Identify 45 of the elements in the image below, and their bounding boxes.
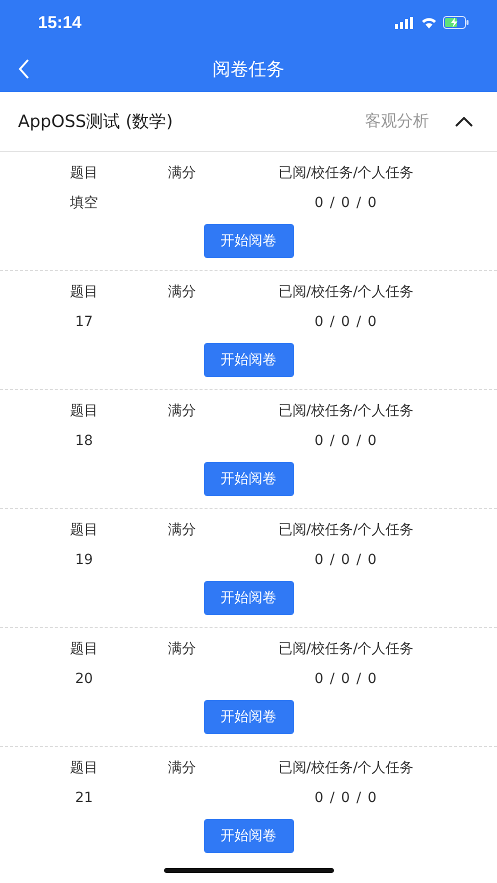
progress-count: 0 / 0 / 0 xyxy=(314,551,378,570)
score-header: 满分 xyxy=(167,402,197,421)
question-number: 19 xyxy=(74,551,94,570)
question-header: 题目 xyxy=(69,402,99,421)
page-title: 阅卷任务 xyxy=(212,58,284,80)
objective-analysis-link[interactable]: 客观分析 xyxy=(365,111,429,132)
progress-header: 已阅/校任务/个人任务 xyxy=(277,164,415,183)
question-number: 21 xyxy=(74,789,94,808)
collapse-icon[interactable] xyxy=(455,116,473,126)
question-header: 题目 xyxy=(69,164,99,183)
start-grading-button[interactable]: 开始阅卷 xyxy=(204,700,294,734)
start-grading-button[interactable]: 开始阅卷 xyxy=(204,581,294,615)
question-header: 题目 xyxy=(69,640,99,659)
status-time: 15:14 xyxy=(38,12,82,32)
progress-count: 0 / 0 / 0 xyxy=(314,789,378,808)
progress-count: 0 / 0 / 0 xyxy=(314,670,378,689)
start-grading-button[interactable]: 开始阅卷 xyxy=(204,343,294,377)
question-number: 20 xyxy=(74,670,94,689)
score-header: 满分 xyxy=(167,759,197,778)
exam-title: AppOSS测试 (数学) xyxy=(18,111,174,133)
progress-count: 0 / 0 / 0 xyxy=(314,313,378,332)
question-number: 18 xyxy=(74,432,94,451)
question-header: 题目 xyxy=(69,283,99,302)
progress-header: 已阅/校任务/个人任务 xyxy=(277,521,415,540)
progress-count: 0 / 0 / 0 xyxy=(314,194,378,213)
wifi-icon xyxy=(421,16,437,28)
score-header: 满分 xyxy=(167,521,197,540)
question-number: 17 xyxy=(74,313,94,332)
start-grading-button[interactable]: 开始阅卷 xyxy=(204,819,294,853)
start-grading-button[interactable]: 开始阅卷 xyxy=(204,224,294,258)
question-number: 填空 xyxy=(69,194,99,213)
question-header: 题目 xyxy=(69,759,99,778)
progress-header: 已阅/校任务/个人任务 xyxy=(277,402,415,421)
progress-header: 已阅/校任务/个人任务 xyxy=(277,640,415,659)
progress-header: 已阅/校任务/个人任务 xyxy=(277,283,415,302)
start-grading-button[interactable]: 开始阅卷 xyxy=(204,462,294,496)
score-header: 满分 xyxy=(167,640,197,659)
question-header: 题目 xyxy=(69,521,99,540)
score-header: 满分 xyxy=(167,283,197,302)
signal-icon xyxy=(395,16,415,28)
progress-header: 已阅/校任务/个人任务 xyxy=(277,759,415,778)
progress-count: 0 / 0 / 0 xyxy=(314,432,378,451)
battery-icon xyxy=(443,16,469,29)
back-icon[interactable] xyxy=(18,59,30,79)
score-header: 满分 xyxy=(167,164,197,183)
